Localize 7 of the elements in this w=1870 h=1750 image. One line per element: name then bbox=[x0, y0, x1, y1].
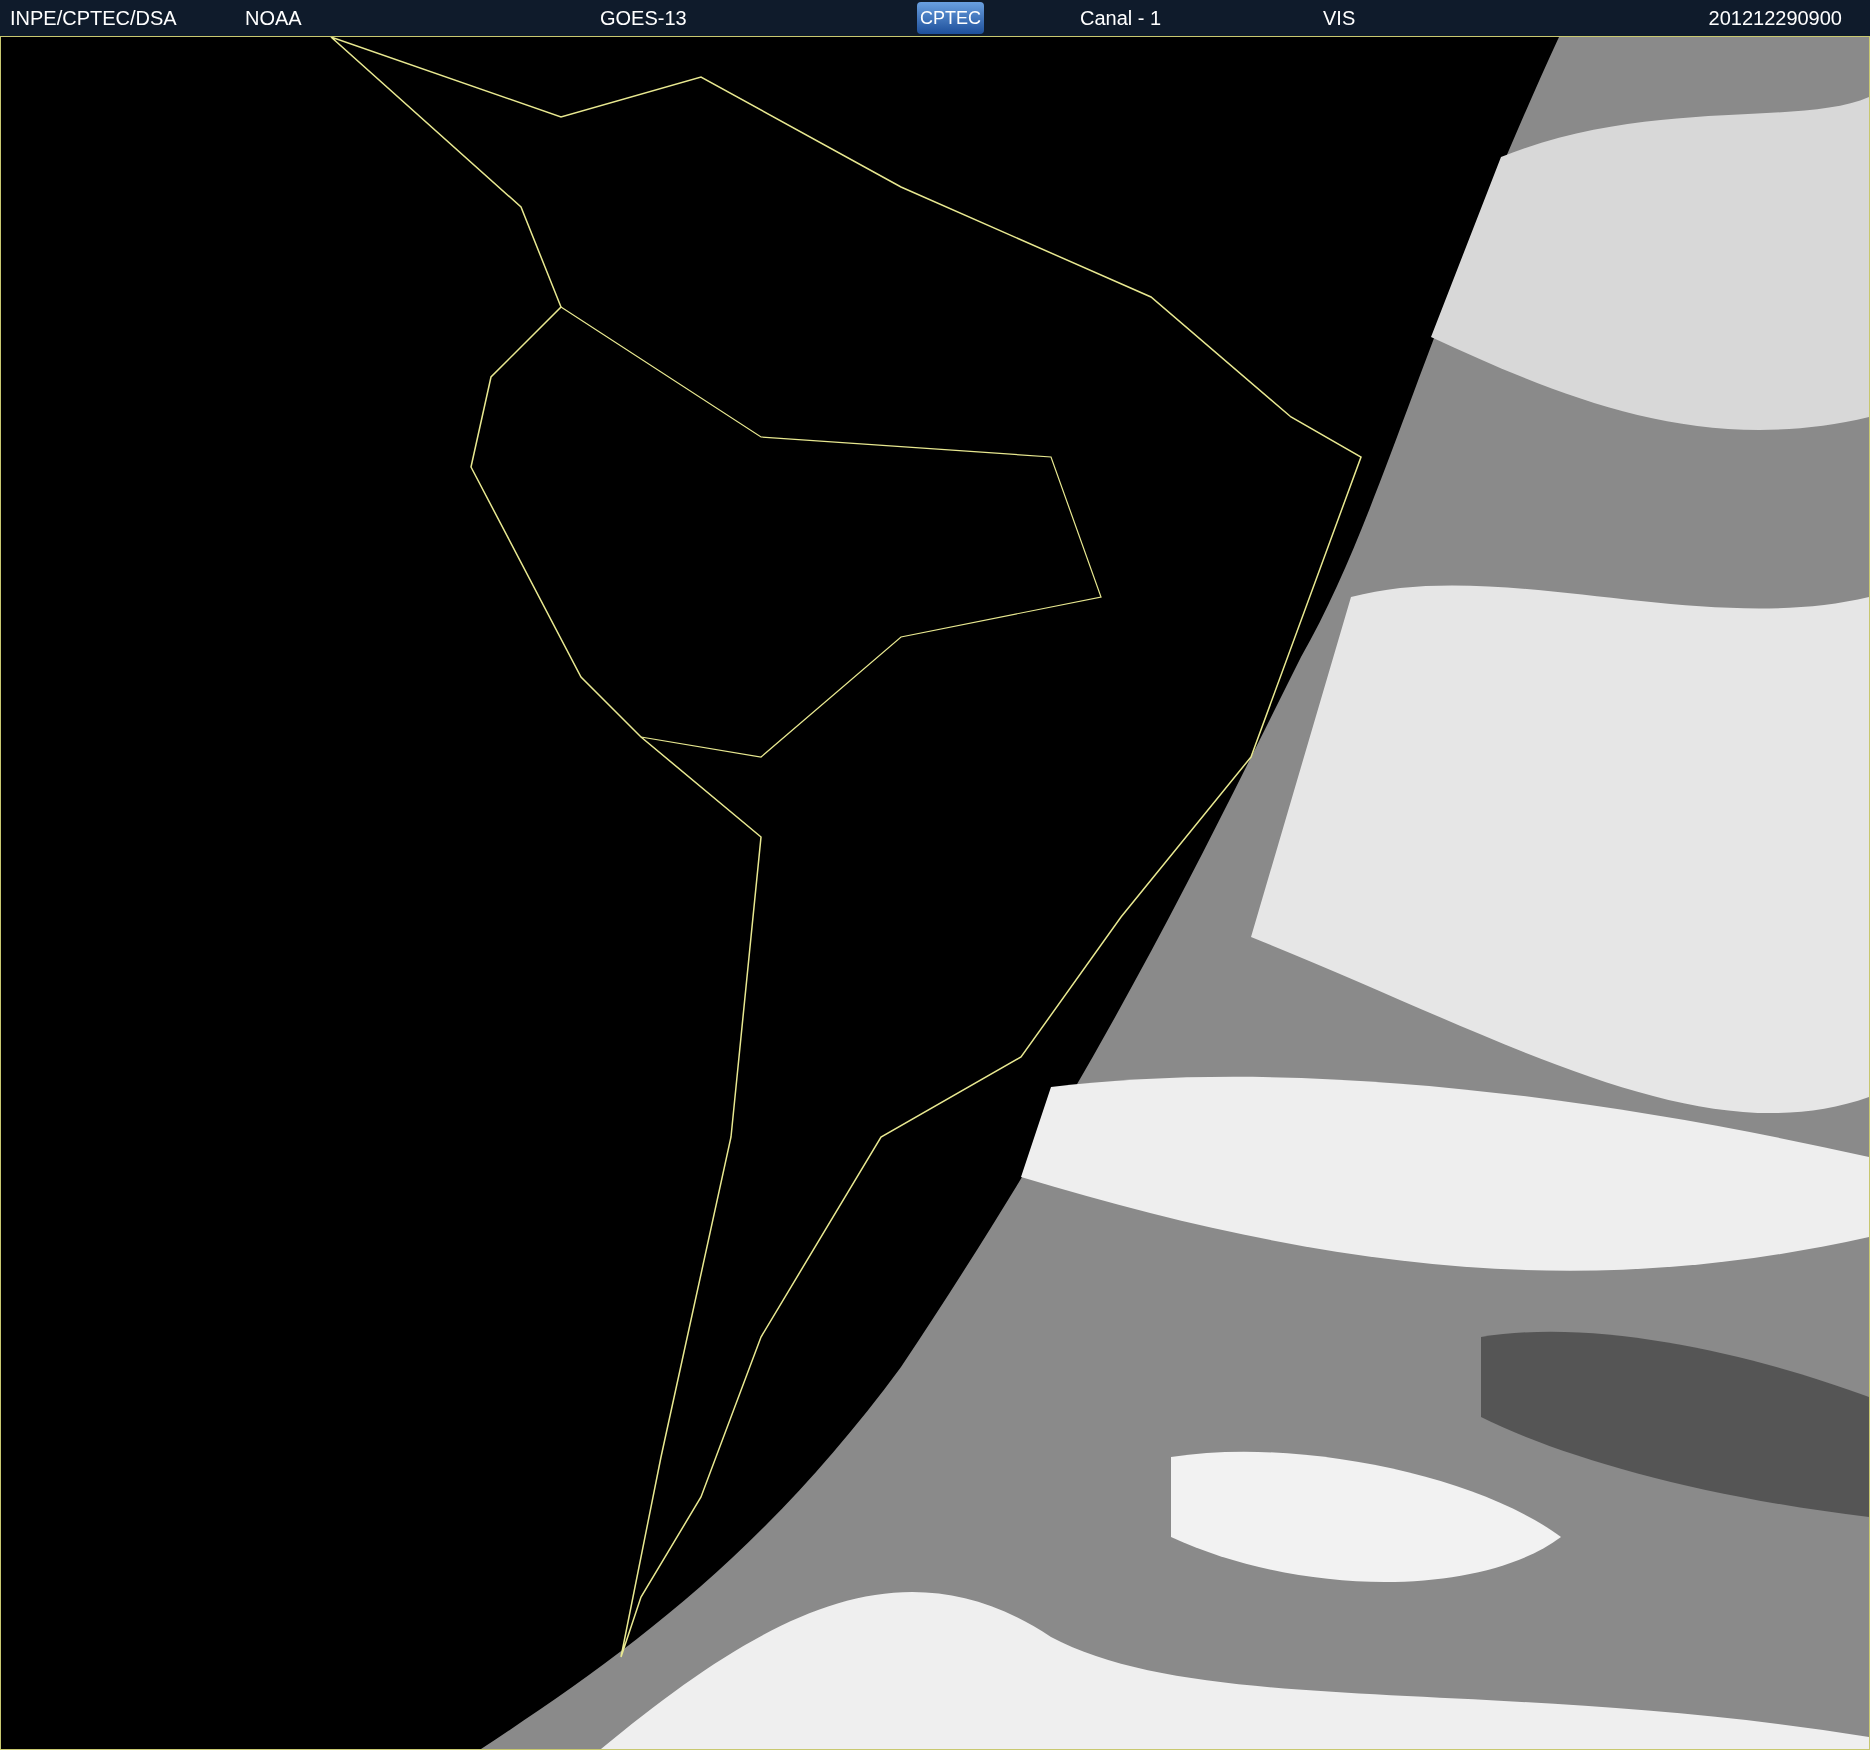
timestamp-label: 201212290900 bbox=[1708, 7, 1842, 29]
logo: CPTEC bbox=[917, 2, 984, 34]
source-label: INPE/CPTEC/DSA bbox=[10, 7, 177, 29]
satellite-label: GOES-13 bbox=[600, 7, 687, 29]
band-label: VIS bbox=[1323, 7, 1356, 29]
channel-label: Canal - 1 bbox=[1080, 7, 1162, 29]
agency-label: NOAA bbox=[245, 7, 302, 29]
